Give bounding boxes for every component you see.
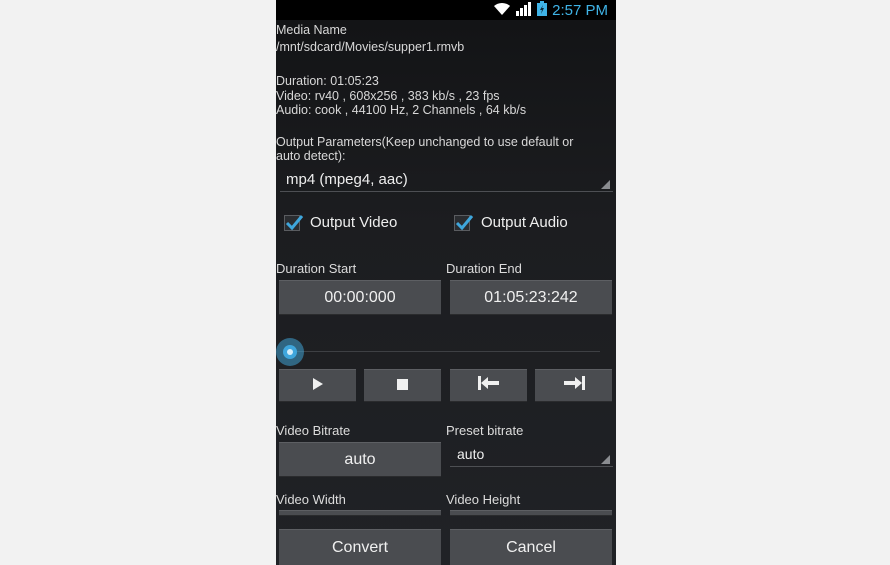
set-end-button[interactable] (535, 369, 612, 402)
video-bitrate-input[interactable]: auto (279, 442, 441, 477)
video-height-label: Video Height (446, 492, 521, 507)
output-video-label: Output Video (310, 214, 398, 231)
duration-start-label: Duration Start (276, 261, 357, 276)
video-width-label: Video Width (276, 492, 346, 507)
play-icon (312, 377, 324, 395)
set-start-icon (477, 376, 500, 395)
preset-bitrate-spinner[interactable]: auto (450, 443, 613, 467)
duration-info: Duration: 01:05:23 (276, 74, 379, 88)
audio-info: Audio: cook , 44100 Hz, 2 Channels , 64 … (276, 103, 527, 117)
app-screen: 2:57 PM Media Name /mnt/sdcard/Movies/su… (276, 0, 616, 565)
duration-end-label: Duration End (446, 261, 522, 276)
stop-icon (397, 377, 408, 395)
media-name-label: Media Name (276, 23, 347, 37)
output-params-label-1: Output Parameters(Keep unchanged to use … (276, 135, 574, 149)
video-height-input[interactable] (450, 510, 612, 516)
output-audio-checkbox[interactable]: Output Audio (454, 212, 604, 234)
output-params-label-2: auto detect): (276, 149, 346, 163)
set-start-button[interactable] (450, 369, 527, 402)
video-info: Video: rv40 , 608x256 , 383 kb/s , 23 fp… (276, 89, 500, 103)
cancel-button[interactable]: Cancel (450, 529, 612, 565)
dropdown-arrow-icon (601, 455, 610, 464)
media-path: /mnt/sdcard/Movies/supper1.rmvb (276, 40, 465, 54)
convert-button[interactable]: Convert (279, 529, 441, 565)
preset-bitrate-label: Preset bitrate (446, 423, 524, 438)
video-bitrate-label: Video Bitrate (276, 423, 351, 438)
wifi-icon (493, 1, 511, 20)
duration-slider-track[interactable] (290, 351, 600, 352)
battery-icon (537, 0, 548, 20)
checkbox-checked-icon (454, 215, 474, 231)
stop-button[interactable] (364, 369, 441, 402)
signal-icon (516, 1, 532, 20)
status-bar: 2:57 PM (276, 0, 616, 20)
set-end-icon (563, 376, 585, 395)
output-audio-label: Output Audio (481, 214, 568, 231)
status-time: 2:57 PM (552, 1, 608, 19)
preset-bitrate-value: auto (457, 446, 485, 462)
play-button[interactable] (279, 369, 356, 402)
duration-end-button[interactable]: 01:05:23:242 (450, 280, 612, 315)
checkbox-checked-icon (284, 215, 304, 231)
video-width-input[interactable] (279, 510, 441, 516)
duration-slider-thumb[interactable] (276, 338, 304, 366)
format-spinner-value: mp4 (mpeg4, aac) (286, 171, 408, 188)
format-spinner[interactable]: mp4 (mpeg4, aac) (280, 168, 613, 192)
duration-start-button[interactable]: 00:00:000 (279, 280, 441, 315)
output-video-checkbox[interactable]: Output Video (284, 212, 434, 234)
dropdown-arrow-icon (601, 180, 610, 189)
